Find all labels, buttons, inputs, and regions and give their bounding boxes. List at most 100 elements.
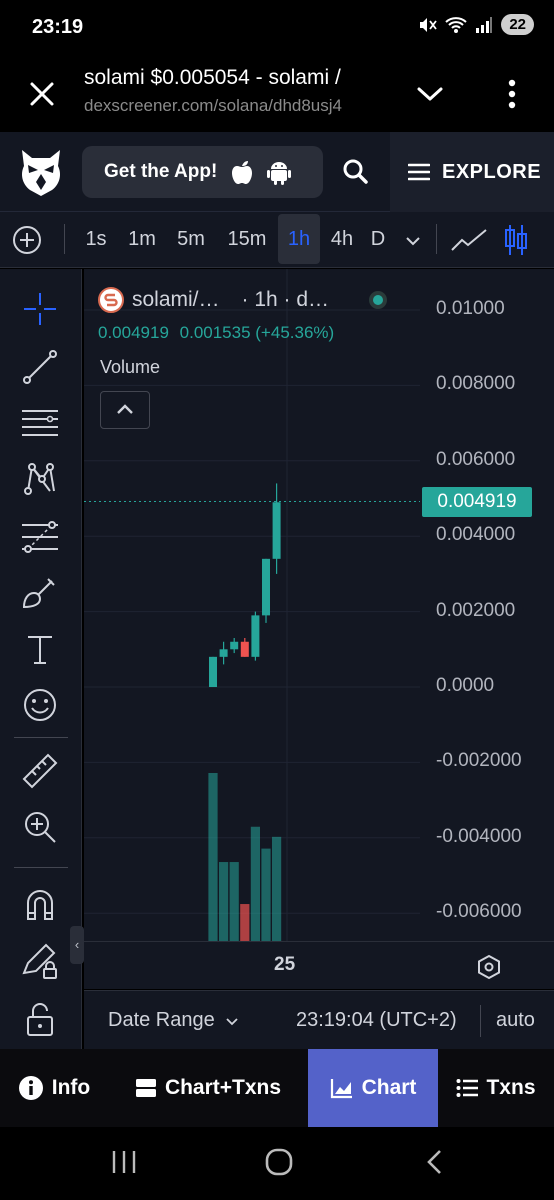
dexscreener-logo[interactable]: [18, 148, 64, 196]
android-navigation-bar: [0, 1127, 554, 1200]
horizontal-lines-tool[interactable]: [18, 401, 62, 445]
wifi-icon: [445, 16, 467, 33]
volume-bar: [229, 862, 239, 941]
fib-retracement-icon: [22, 521, 58, 553]
separator: [436, 224, 437, 254]
android-icon: [267, 162, 292, 185]
add-indicator-button[interactable]: [10, 223, 44, 257]
timeframe-4h[interactable]: 4h: [324, 212, 360, 266]
search-icon: [343, 159, 368, 184]
timeframe-15m[interactable]: 15m: [220, 212, 274, 266]
timeframe-1m[interactable]: 1m: [122, 212, 162, 266]
get-app-label: Get the App!: [104, 161, 218, 182]
search-button[interactable]: [340, 156, 372, 188]
close-button[interactable]: [22, 74, 62, 114]
time-tick: 25: [274, 954, 296, 975]
settings-hexagon-icon: [478, 954, 500, 980]
magnet-icon: [27, 890, 53, 920]
fib-retracement-tool[interactable]: [18, 515, 62, 559]
chevron-up-icon: [117, 404, 133, 414]
lock-drawings-tool[interactable]: [18, 939, 62, 983]
volume-bar: [240, 904, 250, 941]
tab-chart-txns-label: Chart+Txns: [164, 1076, 282, 1099]
back-button[interactable]: [420, 1147, 450, 1177]
tab-info-label: Info: [51, 1076, 91, 1099]
price-tick: 0.01000: [436, 298, 505, 319]
page-url[interactable]: dexscreener.com/solana/dhd8usj4: [84, 96, 384, 116]
hamburger-icon: [408, 163, 430, 181]
info-icon: [18, 1076, 43, 1100]
price-tick: 0.008000: [436, 373, 516, 395]
expand-button[interactable]: [410, 74, 450, 114]
line-chart-button[interactable]: [450, 224, 488, 256]
text-icon: [28, 636, 52, 664]
separator: [14, 867, 68, 868]
more-options-button[interactable]: [496, 74, 528, 114]
separator: [14, 737, 68, 738]
emoji-tool[interactable]: [18, 683, 62, 727]
time-axis[interactable]: 25: [84, 941, 554, 989]
candle: [240, 641, 249, 657]
text-tool[interactable]: [18, 627, 62, 671]
pattern-tool[interactable]: [18, 457, 62, 501]
pair-name: solami/…: [132, 288, 220, 311]
get-app-button[interactable]: Get the App!: [82, 146, 323, 198]
token-logo: [98, 287, 124, 313]
candle: [230, 641, 239, 650]
pair-interval: · 1h · d…: [241, 288, 330, 311]
recents-button[interactable]: [106, 1147, 142, 1177]
candle: [209, 656, 217, 687]
owl-logo-icon: [22, 150, 60, 196]
timeframe-D[interactable]: D: [364, 212, 392, 266]
home-icon: [265, 1148, 293, 1176]
crosshair-tool[interactable]: [18, 287, 62, 331]
battery-indicator: 22: [501, 14, 534, 35]
timeframe-1h[interactable]: 1h: [278, 214, 320, 264]
timeframe-5m[interactable]: 5m: [170, 212, 212, 266]
tab-txns[interactable]: Txns: [438, 1049, 554, 1127]
back-icon: [427, 1150, 441, 1174]
more-timeframes-button[interactable]: [402, 230, 424, 252]
auto-scale-button[interactable]: auto: [496, 1009, 535, 1032]
separator: [480, 1005, 481, 1037]
home-button[interactable]: [262, 1145, 296, 1179]
pattern-icon: [24, 463, 55, 495]
legend-change: 0.001535 (+45.36%): [179, 323, 335, 342]
signal-icon: [476, 16, 493, 33]
recents-icon: [112, 1151, 136, 1173]
last-price-label: 0.004919: [422, 486, 532, 517]
date-range-button[interactable]: Date Range: [108, 1009, 239, 1032]
collapse-legend-button[interactable]: [100, 391, 150, 429]
legend-values: 0.004919 0.001535 (+45.36%): [98, 323, 398, 343]
timezone-clock[interactable]: 23:19:04 (UTC+2): [296, 1009, 457, 1032]
tab-txns-label: Txns: [486, 1076, 536, 1099]
tab-chart-txns[interactable]: Chart+Txns: [108, 1049, 308, 1127]
tab-info[interactable]: Info: [0, 1049, 108, 1127]
zoom-in-icon: [25, 812, 56, 843]
trend-line-tool[interactable]: [18, 345, 62, 389]
candles-button[interactable]: [500, 222, 532, 258]
price-tick: 0.004000: [436, 524, 516, 546]
page-title: solami $0.005054 - solami /: [84, 66, 341, 89]
price-tick: 0.0000: [436, 675, 495, 696]
collapse-toolbar-handle[interactable]: ‹: [70, 926, 84, 964]
zoom-in-tool[interactable]: [18, 805, 62, 849]
plus-circle-icon: [13, 226, 41, 254]
candle: [262, 558, 270, 616]
chart-area[interactable]: solami/… · 1h · d… 0.004919 0.001535 (+4…: [84, 269, 554, 989]
timeframe-1s[interactable]: 1s: [78, 212, 114, 266]
brush-tool[interactable]: [18, 571, 62, 615]
chevron-down-icon: [406, 237, 420, 246]
explore-button[interactable]: EXPLORE: [390, 132, 554, 212]
separator: [64, 224, 65, 254]
ruler-tool[interactable]: [18, 749, 62, 793]
volume-bar: [261, 848, 271, 941]
app-header: Get the App! EXPLORE: [0, 132, 554, 212]
chart-settings-button[interactable]: [476, 954, 502, 980]
explore-label: EXPLORE: [442, 160, 542, 183]
candlestick-icon: [505, 225, 527, 255]
magnet-tool[interactable]: [18, 883, 62, 927]
tab-chart[interactable]: Chart: [308, 1049, 438, 1127]
brush-icon: [22, 578, 55, 609]
unlock-tool[interactable]: [18, 997, 62, 1041]
